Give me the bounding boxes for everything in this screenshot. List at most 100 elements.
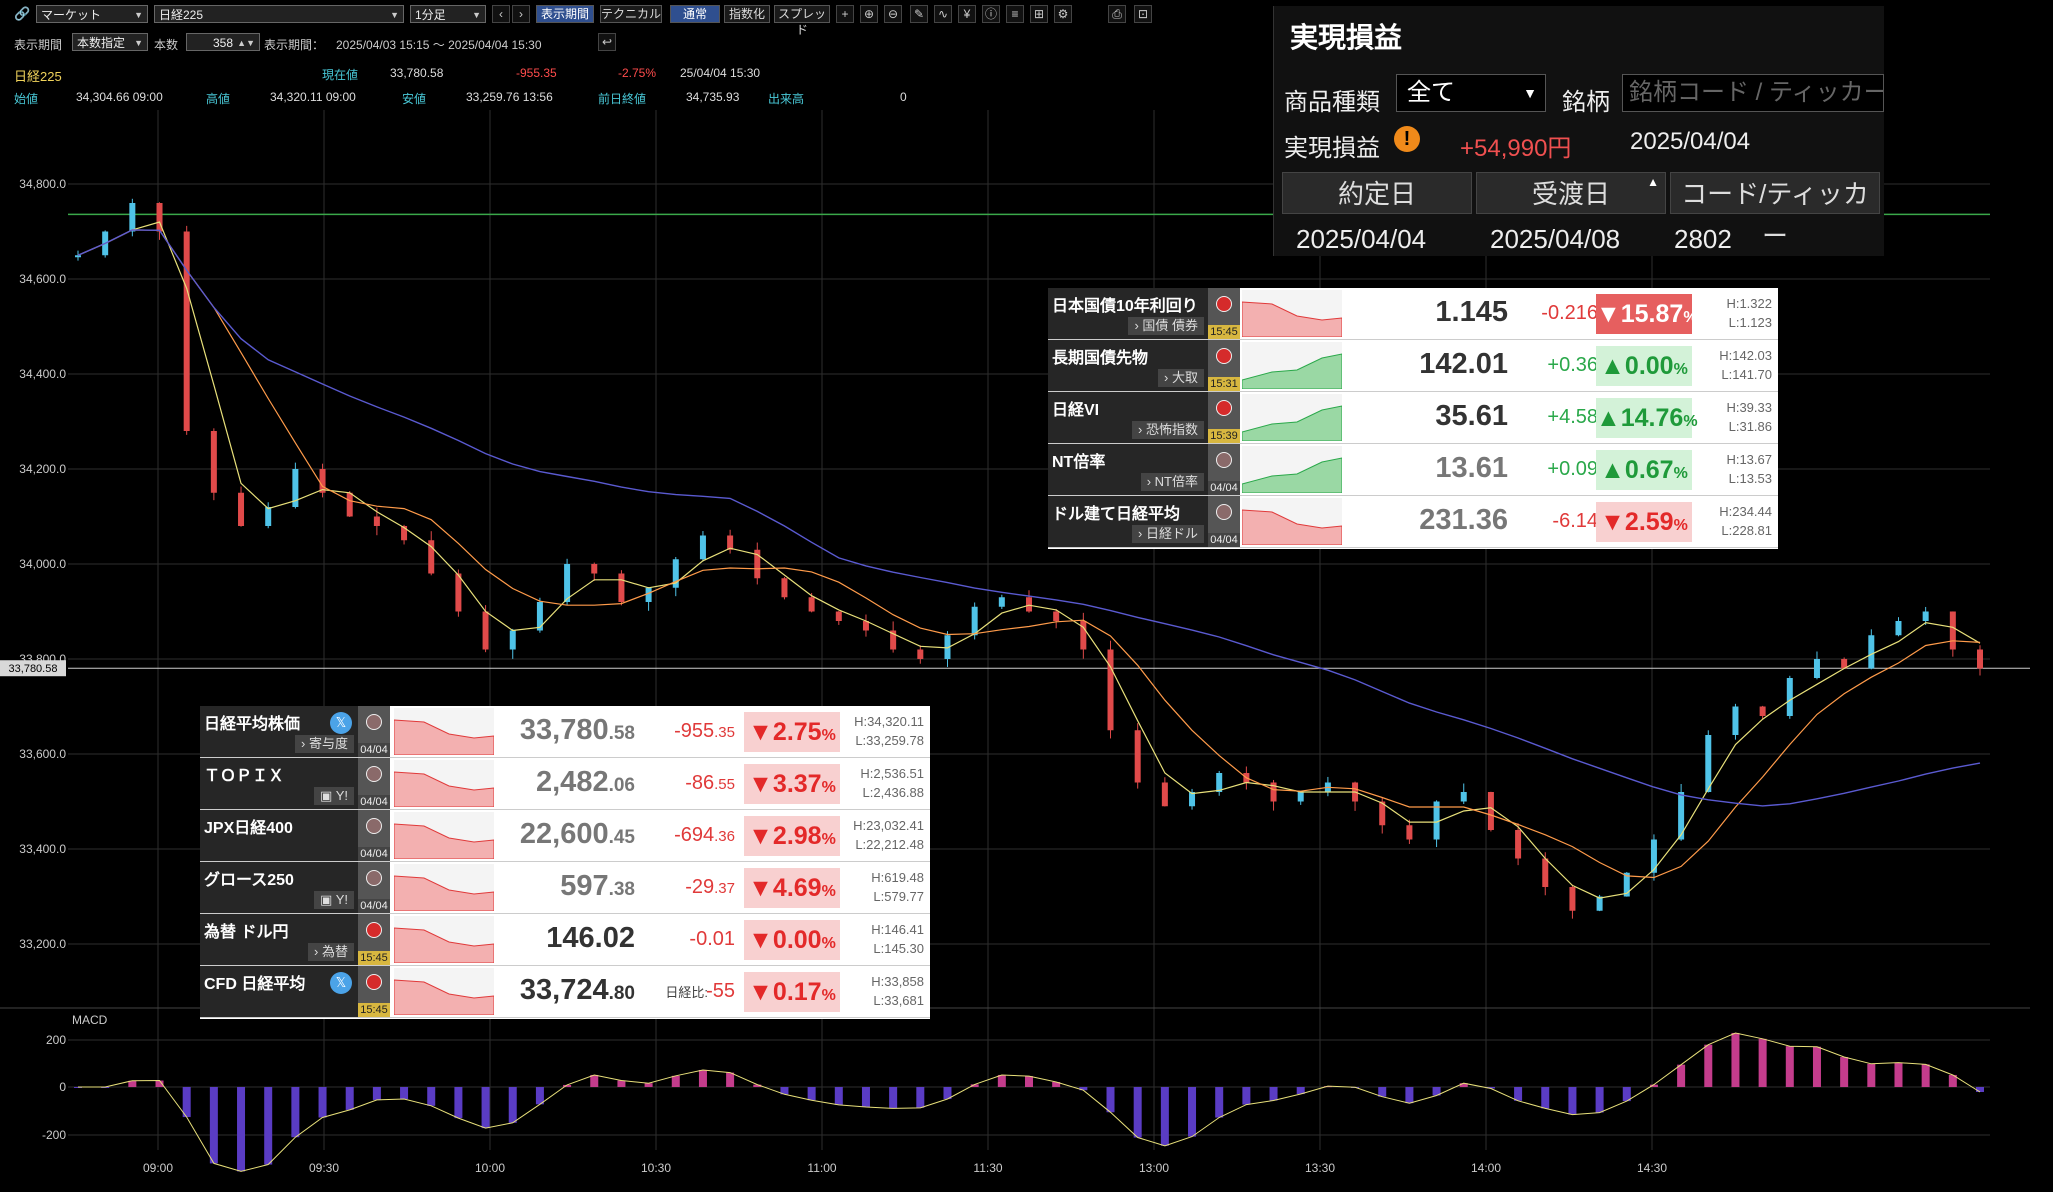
x-share-icon[interactable]: 𝕏 (330, 972, 352, 994)
indicator-row[interactable]: 日経VI › 恐怖指数 15:39 35.61 +4.58 ▲14.76% H:39.33 L… (1048, 392, 1778, 444)
candle-body (455, 573, 462, 612)
index-sub-link[interactable]: ▣ Y! (314, 891, 354, 909)
candle-body (1134, 730, 1141, 783)
index-name-cell[interactable]: 為替 ドル円 › 為替 (200, 914, 358, 965)
indicator-row[interactable]: 日本国債10年利回り › 国債 債券 15:45 1.145 -0.216 ▼15.87%… (1048, 288, 1778, 340)
type-label: 商品種類 (1284, 89, 1380, 116)
indicator-time: 15:45 (1208, 325, 1240, 339)
reset-icon[interactable]: ↩ (598, 33, 616, 51)
col-delivery-date[interactable]: 受渡日 ▲ (1476, 172, 1666, 214)
zoom-in-icon[interactable]: ⊕ (860, 5, 878, 23)
indicator-name-cell[interactable]: 長期国債先物 › 大取 (1048, 340, 1208, 391)
col-code[interactable]: コード/ティッカー (1670, 172, 1880, 251)
change-pct: -2.75% (618, 66, 657, 80)
index-icon-cell: 04/04 (358, 862, 390, 913)
symbol-search-input[interactable]: 銘柄コード / ティッカー / 銘 (1622, 74, 1884, 112)
index-name-cell[interactable]: CFD 日経平均 𝕏 (200, 966, 358, 1017)
expand-icon[interactable]: ⊡ (1134, 5, 1152, 23)
candle-body (1895, 621, 1902, 636)
index-row[interactable]: JPX日経400 04/04 22,600.45 -694.36 ▼2.98% H:23,… (200, 810, 930, 862)
indicator-sub-link[interactable]: › 恐怖指数 (1132, 421, 1204, 439)
index-sub-link[interactable]: › 為替 (308, 943, 354, 961)
index-name-cell[interactable]: グロース250 ▣ Y! (200, 862, 358, 913)
candle-body (1053, 611, 1060, 621)
sparkline-area (393, 771, 495, 808)
symbol-select[interactable]: 日経225 ▼ (154, 5, 404, 23)
index-row[interactable]: グロース250 ▣ Y! 04/04 597.38 -29.37 ▼4.69% H:619.… (200, 862, 930, 914)
wrench-icon[interactable]: ⚙ (1054, 5, 1072, 23)
index-name-cell[interactable]: JPX日経400 (200, 810, 358, 861)
interval-select[interactable]: 1分足 ▼ (410, 5, 486, 23)
technical-button[interactable]: テクニカル (600, 5, 662, 23)
macd-histogram-bar (318, 1087, 327, 1118)
index-row[interactable]: 為替 ドル円 › 為替 15:45 146.02 -0.01 ▼0.00% H:146.41… (200, 914, 930, 966)
news-icon[interactable]: ≡ (1006, 5, 1024, 23)
col-trade-date[interactable]: 約定日 (1282, 172, 1472, 214)
indicator-sub-link[interactable]: › 日経ドル (1132, 525, 1204, 543)
index-pct-arrow: ▼ (748, 718, 773, 746)
indicator-price: 1.145 (1435, 296, 1508, 328)
indicator-name-cell[interactable]: 日経VI › 恐怖指数 (1048, 392, 1208, 443)
index-sub-link[interactable]: ▣ Y! (314, 787, 354, 805)
indicator-name: 日本国債10年利回り (1052, 298, 1198, 315)
index-pct-arrow: ▼ (748, 822, 773, 850)
index-pct-badge: ▼0.00% (744, 920, 840, 960)
index-high-low: H:23,032.41 L:22,212.48 (853, 816, 924, 854)
spread-button[interactable]: スプレッド (774, 5, 830, 37)
market-select[interactable]: マーケット ▼ (36, 5, 148, 23)
type-select[interactable]: 全て ▼ (1396, 74, 1546, 112)
x-tick-label: 11:30 (973, 1161, 1002, 1175)
prev-arrow-icon[interactable]: ‹ (492, 5, 510, 23)
index-row[interactable]: ＴＯＰＩＸ ▣ Y! 04/04 2,482.06 -86.55 ▼3.37% H:2,53… (200, 758, 930, 810)
index-row[interactable]: CFD 日経平均 𝕏 15:45 33,724.80 日経比: -55 ▼0.17% H:33… (200, 966, 930, 1018)
warning-icon[interactable]: ! (1394, 126, 1420, 152)
indicator-row[interactable]: ドル建て日経平均 › 日経ドル 04/04 231.36 -6.14 ▼2.59% H:23… (1048, 496, 1778, 548)
y-tick-label: 34,000.0 (19, 557, 66, 571)
index-high: H:33,858 (871, 974, 924, 989)
index-name-cell[interactable]: ＴＯＰＩＸ ▣ Y! (200, 758, 358, 809)
candle-body (346, 492, 353, 517)
zoom-out-icon[interactable]: ⊖ (884, 5, 902, 23)
ruler-icon[interactable]: ⊞ (1030, 5, 1048, 23)
index-change-dec: .35 (714, 724, 735, 741)
index-pct-arrow: ▼ (748, 978, 773, 1006)
crosshair-icon[interactable]: + (836, 5, 854, 23)
indicator-name-cell[interactable]: 日本国債10年利回り › 国債 債券 (1048, 288, 1208, 339)
next-arrow-icon[interactable]: › (512, 5, 530, 23)
count-input[interactable]: 358 ▲▼ (186, 33, 260, 51)
period-mode-select[interactable]: 本数指定 ▼ (72, 33, 148, 51)
candle-body (618, 573, 625, 602)
index-row[interactable]: 日経平均株価 𝕏 › 寄与度 04/04 33,780.58 -955.35 ▼2.75% H… (200, 706, 930, 758)
candle-body (183, 231, 190, 431)
normal-button[interactable]: 通常 (670, 5, 720, 23)
candle-body (699, 535, 706, 560)
wave-icon[interactable]: ∿ (934, 5, 952, 23)
index-name-cell[interactable]: 日経平均株価 𝕏 › 寄与度 (200, 706, 358, 757)
print-icon[interactable]: ⎙ (1108, 5, 1126, 23)
indicator-sub-link[interactable]: › 国債 債券 (1128, 317, 1204, 335)
period-button[interactable]: 表示期間 (536, 5, 594, 23)
indicator-row[interactable]: 長期国債先物 › 大取 15:31 142.01 +0.36 ▲0.00% H:142.03… (1048, 340, 1778, 392)
indicator-time: 04/04 (1208, 533, 1240, 547)
indicator-sub-link[interactable]: › NT倍率 (1140, 473, 1204, 491)
x-share-icon[interactable]: 𝕏 (330, 712, 352, 734)
sort-asc-icon: ▲ (1647, 175, 1659, 189)
indicator-name-cell[interactable]: NT倍率 › NT倍率 (1048, 444, 1208, 495)
range-label: 表示期間： (264, 38, 325, 52)
indicator-price: 13.61 (1435, 452, 1508, 484)
yen-icon[interactable]: ¥ (958, 5, 976, 23)
index-button[interactable]: 指数化 (724, 5, 770, 23)
sparkline (393, 916, 495, 964)
macd-histogram-bar (644, 1083, 653, 1087)
index-time: 04/04 (358, 743, 390, 757)
indicator-sub-link[interactable]: › 大取 (1158, 369, 1204, 387)
indicator-row[interactable]: NT倍率 › NT倍率 04/04 13.61 +0.09 ▲0.67% H:13.67 L:… (1048, 444, 1778, 496)
index-sub-link[interactable]: › 寄与度 (295, 735, 354, 753)
pencil-icon[interactable]: ✎ (910, 5, 928, 23)
macd-histogram-bar (264, 1087, 273, 1165)
indicator-name-cell[interactable]: ドル建て日経平均 › 日経ドル (1048, 496, 1208, 547)
link-icon[interactable]: 🔗 (14, 6, 30, 22)
sparkline-svg (1241, 509, 1343, 546)
info-icon[interactable]: ⓘ (982, 5, 1000, 23)
price-chart[interactable]: 34,800.0 34,600.0 34,400.0 34,200.0 34,000.0… (0, 110, 2053, 1192)
